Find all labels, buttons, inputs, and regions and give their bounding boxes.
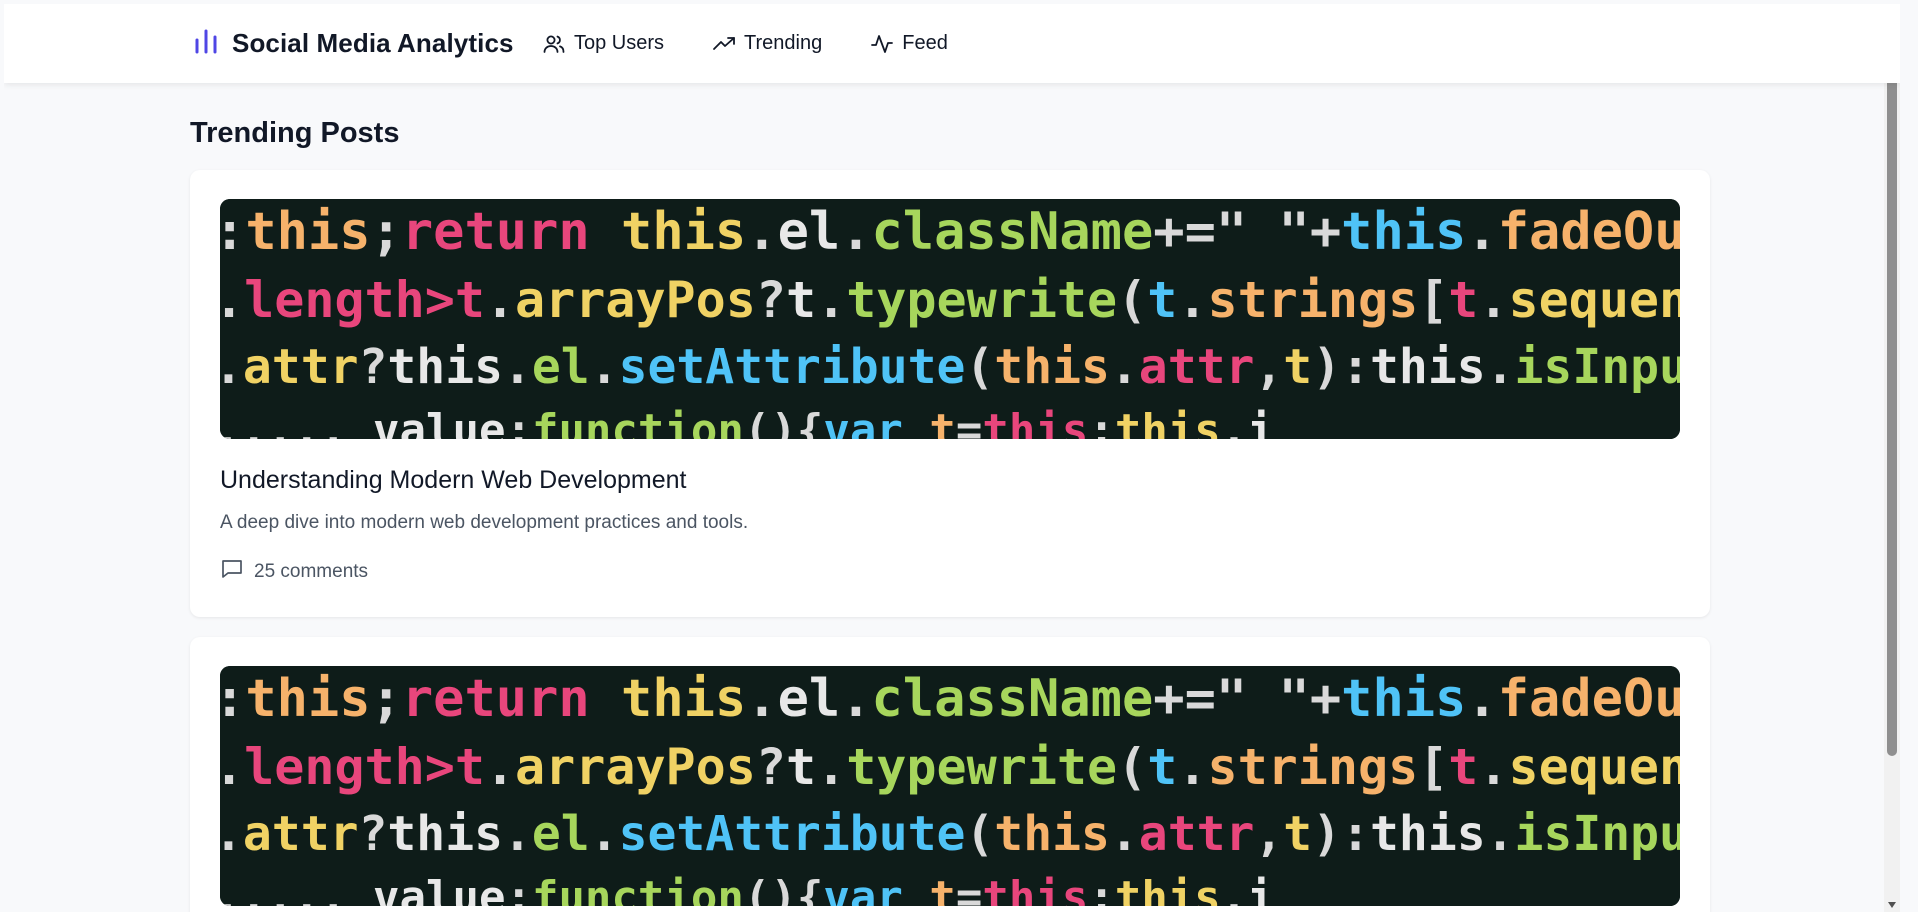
scrollbar-thumb[interactable]: [1887, 34, 1897, 756]
main-content: Trending Posts :this;return this.el.clas…: [190, 116, 1710, 912]
code-line: :this;return this.el.className+=" "+this…: [220, 669, 1680, 729]
post-image[interactable]: :this;return this.el.className+=" "+this…: [220, 666, 1680, 906]
nav-item-top-users[interactable]: Top Users: [542, 32, 664, 56]
code-line: ..... value:function(){var t=this;this.i: [220, 405, 1274, 439]
code-line: .attr?this.el.setAttribute(this.attr,t):…: [220, 806, 1680, 862]
nav-label-trending: Trending: [744, 32, 823, 54]
code-screenshot-graphic: :this;return this.el.className+=" "+this…: [220, 199, 1680, 439]
post-card: :this;return this.el.className+=" "+this…: [190, 637, 1710, 912]
code-line: .attr?this.el.setAttribute(this.attr,t):…: [220, 339, 1680, 395]
code-line: .length>t.arrayPos?t.typewrite(t.strings…: [220, 271, 1680, 329]
comment-count: 25 comments: [254, 561, 369, 582]
trending-up-icon: [712, 32, 736, 56]
bar-chart-icon: [194, 28, 218, 59]
code-line: :this;return this.el.className+=" "+this…: [220, 202, 1680, 262]
brand-link[interactable]: Social Media Analytics: [194, 4, 514, 83]
post-title[interactable]: Understanding Modern Web Development: [220, 465, 1680, 495]
app-window: Social Media Analytics Top Users Trendin…: [4, 4, 1900, 912]
activity-icon: [870, 32, 894, 56]
nav-item-trending[interactable]: Trending: [712, 32, 822, 56]
scroll-down-arrow-icon[interactable]: [1887, 900, 1897, 910]
code-line: ..... value:function(){var t=this;this.i: [220, 872, 1274, 906]
nav-item-feed[interactable]: Feed: [870, 32, 948, 56]
users-icon: [542, 32, 566, 56]
main-nav: Top Users Trending Feed: [542, 4, 948, 83]
post-image[interactable]: :this;return this.el.className+=" "+this…: [220, 199, 1680, 439]
nav-label-feed: Feed: [902, 32, 948, 54]
page-title: Trending Posts: [190, 117, 400, 149]
post-description: A deep dive into modern web development …: [220, 512, 749, 533]
post-comments[interactable]: 25 comments: [220, 557, 1680, 587]
app-title: Social Media Analytics: [232, 28, 514, 58]
vertical-scrollbar[interactable]: [1884, 4, 1900, 912]
top-navbar: Social Media Analytics Top Users Trendin…: [4, 4, 1900, 83]
post-card: :this;return this.el.className+=" "+this…: [190, 170, 1710, 617]
comment-icon: [220, 557, 244, 587]
nav-label-top-users: Top Users: [574, 32, 665, 54]
code-screenshot-graphic: :this;return this.el.className+=" "+this…: [220, 666, 1680, 906]
code-line: .length>t.arrayPos?t.typewrite(t.strings…: [220, 738, 1680, 796]
